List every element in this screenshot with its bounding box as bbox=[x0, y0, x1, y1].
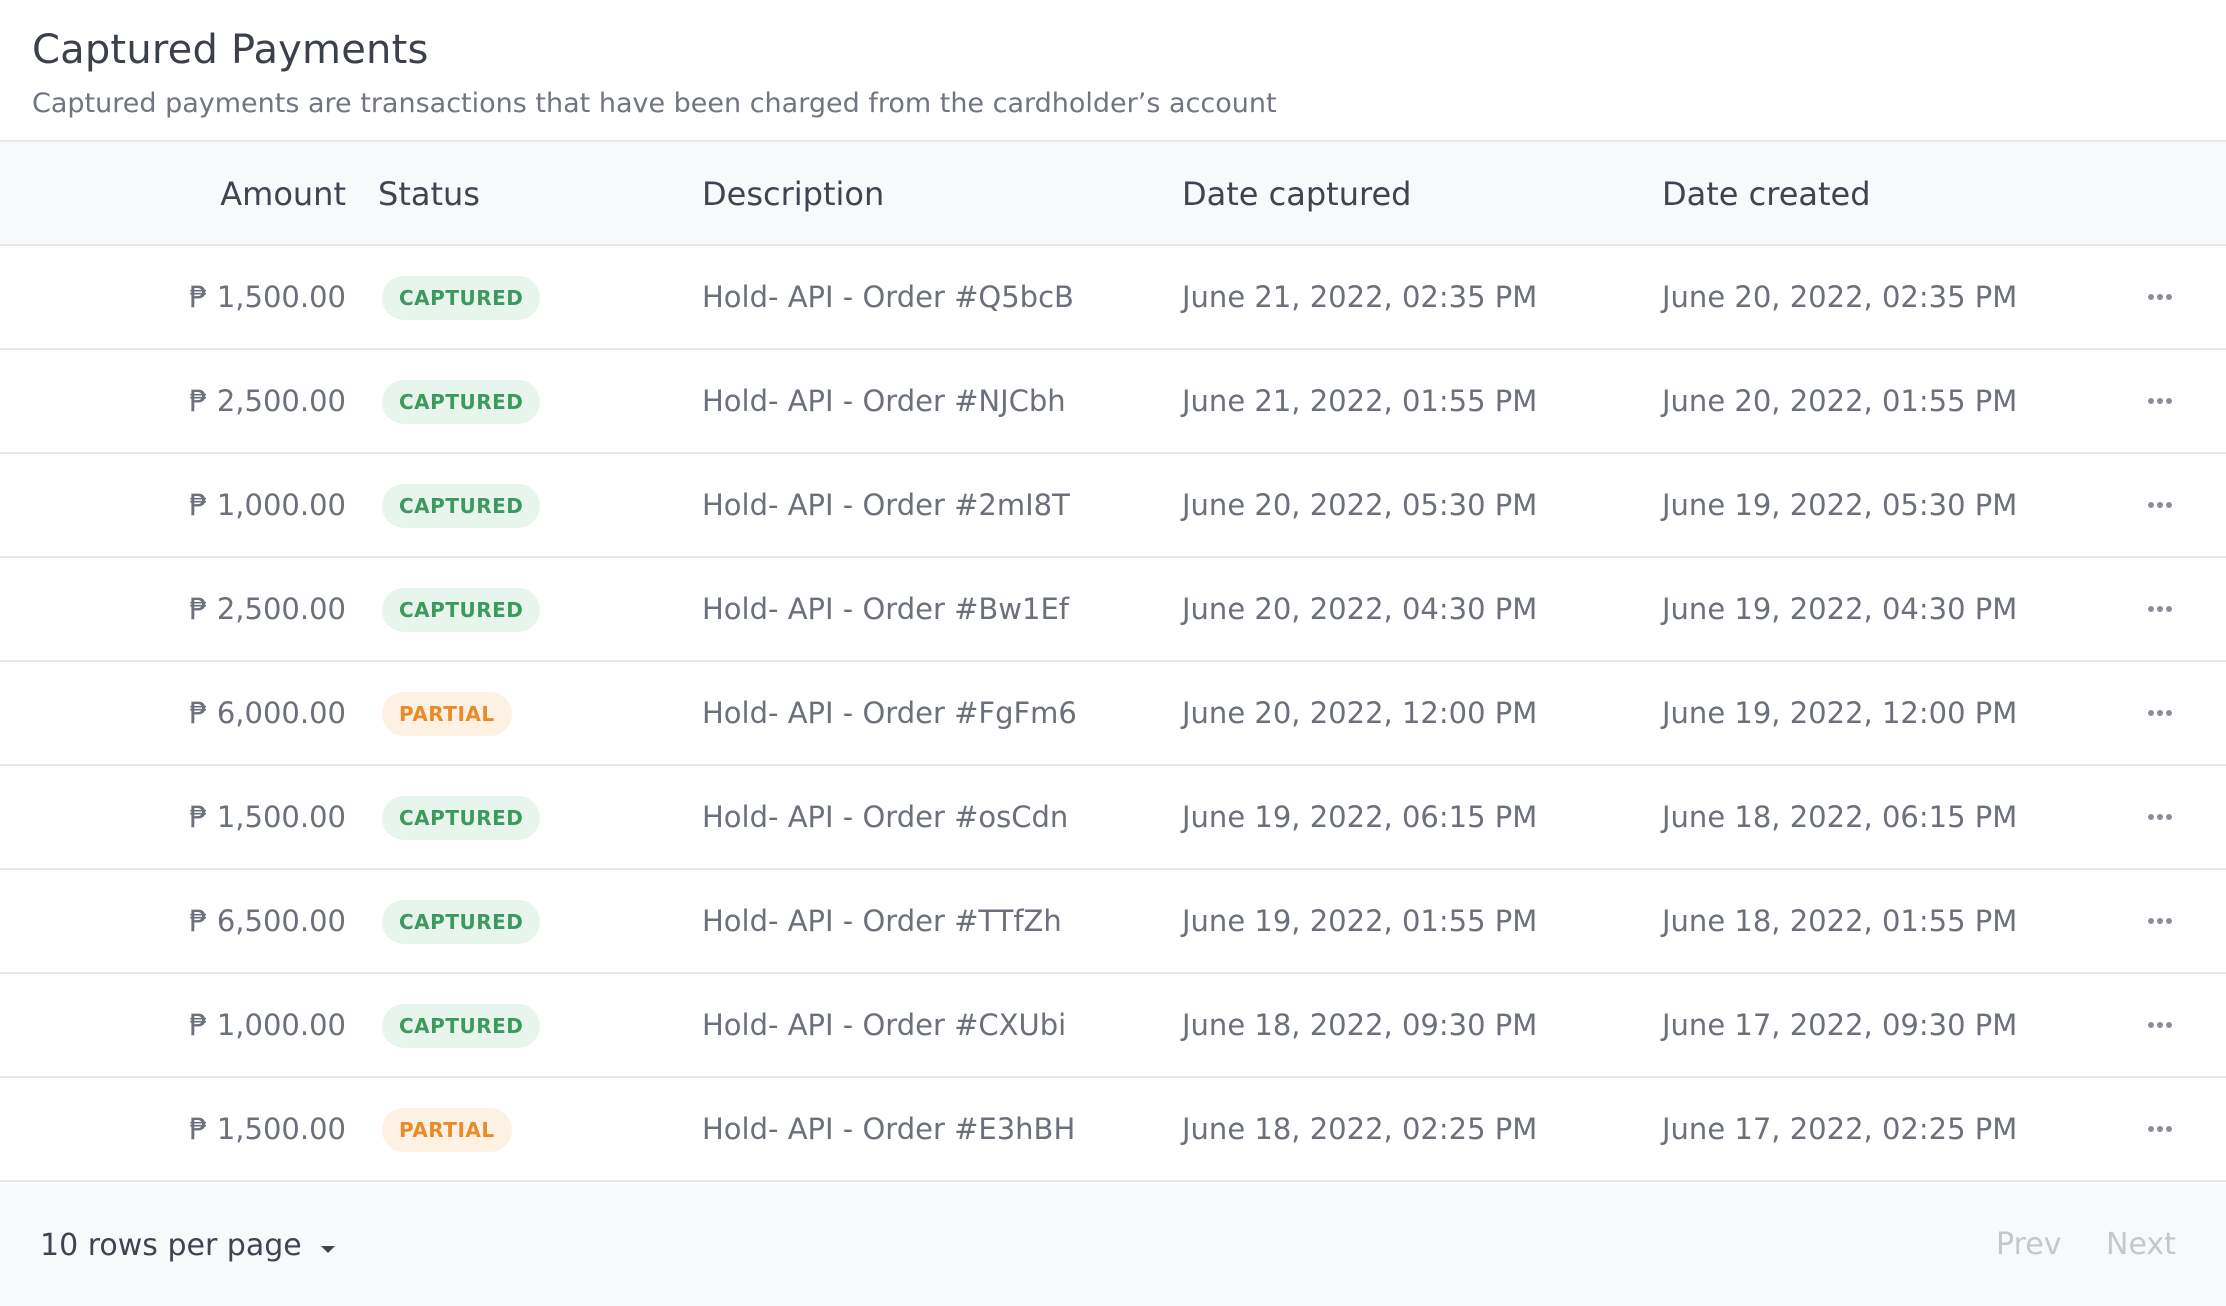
table-row[interactable]: ₱ 6,000.00 PARTIAL Hold- API - Order #FgFm… bbox=[0, 662, 2226, 766]
status-badge: CAPTURED bbox=[382, 588, 541, 632]
table-row[interactable]: ₱ 1,000.00 CAPTURED Hold- API - Order #2mI… bbox=[0, 454, 2226, 558]
date-captured-cell: June 21, 2022, 01:55 PM bbox=[1182, 384, 1538, 418]
date-captured-cell: June 21, 2022, 02:35 PM bbox=[1182, 280, 1538, 314]
prev-page-button[interactable]: Prev bbox=[1996, 1184, 2061, 1306]
description-cell: Hold- API - Order #Q5bcB bbox=[702, 280, 1074, 314]
description-cell: Hold- API - Order #TTfZh bbox=[702, 904, 1062, 938]
amount-cell: ₱ 6,000.00 bbox=[189, 696, 346, 730]
date-created-cell: June 19, 2022, 04:30 PM bbox=[1662, 592, 2018, 626]
table-footer: 10 rows per page Prev Next bbox=[0, 1184, 2226, 1306]
page-header: Captured Payments Captured payments are … bbox=[0, 0, 2226, 140]
column-header-description[interactable]: Description bbox=[702, 142, 884, 246]
table-row[interactable]: ₱ 1,500.00 CAPTURED Hold- API - Order #osC… bbox=[0, 766, 2226, 870]
date-created-cell: June 19, 2022, 05:30 PM bbox=[1662, 488, 2018, 522]
rows-per-page-label: 10 rows per page bbox=[40, 1227, 302, 1263]
date-created-cell: June 20, 2022, 01:55 PM bbox=[1662, 384, 2018, 418]
date-created-cell: June 17, 2022, 09:30 PM bbox=[1662, 1008, 2018, 1042]
date-captured-cell: June 19, 2022, 06:15 PM bbox=[1182, 800, 1538, 834]
page-subtitle: Captured payments are transactions that … bbox=[32, 88, 1277, 119]
table-row[interactable]: ₱ 2,500.00 CAPTURED Hold- API - Order #NJC… bbox=[0, 350, 2226, 454]
column-header-amount[interactable]: Amount bbox=[0, 142, 346, 246]
amount-cell: ₱ 1,500.00 bbox=[189, 800, 346, 834]
status-badge: CAPTURED bbox=[382, 276, 541, 320]
description-cell: Hold- API - Order #Bw1Ef bbox=[702, 592, 1070, 626]
date-captured-cell: June 20, 2022, 04:30 PM bbox=[1182, 592, 1538, 626]
status-badge: CAPTURED bbox=[382, 1004, 541, 1048]
more-horizontal-icon[interactable] bbox=[2130, 558, 2190, 660]
date-captured-cell: June 19, 2022, 01:55 PM bbox=[1182, 904, 1538, 938]
date-captured-cell: June 20, 2022, 12:00 PM bbox=[1182, 696, 1538, 730]
column-header-date-captured[interactable]: Date captured bbox=[1182, 142, 1411, 246]
column-header-status[interactable]: Status bbox=[378, 142, 480, 246]
amount-cell: ₱ 1,500.00 bbox=[189, 280, 346, 314]
description-cell: Hold- API - Order #CXUbi bbox=[702, 1008, 1067, 1042]
more-horizontal-icon[interactable] bbox=[2130, 246, 2190, 348]
column-header-date-created[interactable]: Date created bbox=[1662, 142, 1871, 246]
date-captured-cell: June 18, 2022, 09:30 PM bbox=[1182, 1008, 1538, 1042]
amount-cell: ₱ 2,500.00 bbox=[189, 384, 346, 418]
description-cell: Hold- API - Order #osCdn bbox=[702, 800, 1069, 834]
amount-cell: ₱ 1,000.00 bbox=[189, 488, 346, 522]
status-badge: PARTIAL bbox=[382, 692, 512, 736]
rows-per-page-select[interactable]: 10 rows per page bbox=[40, 1184, 336, 1306]
table-header: Amount Status Description Date captured … bbox=[0, 140, 2226, 246]
table-row[interactable]: ₱ 6,500.00 CAPTURED Hold- API - Order #TTf… bbox=[0, 870, 2226, 974]
table-row[interactable]: ₱ 1,000.00 CAPTURED Hold- API - Order #CXU… bbox=[0, 974, 2226, 1078]
more-horizontal-icon[interactable] bbox=[2130, 870, 2190, 972]
status-badge: CAPTURED bbox=[382, 900, 541, 944]
date-created-cell: June 20, 2022, 02:35 PM bbox=[1662, 280, 2018, 314]
status-cell: CAPTURED bbox=[382, 484, 541, 528]
description-cell: Hold- API - Order #2mI8T bbox=[702, 488, 1070, 522]
status-badge: CAPTURED bbox=[382, 796, 541, 840]
status-badge: CAPTURED bbox=[382, 484, 541, 528]
amount-cell: ₱ 6,500.00 bbox=[189, 904, 346, 938]
description-cell: Hold- API - Order #FgFm6 bbox=[702, 696, 1077, 730]
table-row[interactable]: ₱ 2,500.00 CAPTURED Hold- API - Order #Bw1… bbox=[0, 558, 2226, 662]
more-horizontal-icon[interactable] bbox=[2130, 1078, 2190, 1180]
amount-cell: ₱ 1,000.00 bbox=[189, 1008, 346, 1042]
more-horizontal-icon[interactable] bbox=[2130, 350, 2190, 452]
status-cell: CAPTURED bbox=[382, 588, 541, 632]
table-row[interactable]: ₱ 1,500.00 PARTIAL Hold- API - Order #E3hB… bbox=[0, 1078, 2226, 1182]
status-cell: PARTIAL bbox=[382, 1108, 512, 1152]
table-row[interactable]: ₱ 1,500.00 CAPTURED Hold- API - Order #Q5b… bbox=[0, 246, 2226, 350]
status-cell: CAPTURED bbox=[382, 900, 541, 944]
status-badge: PARTIAL bbox=[382, 1108, 512, 1152]
caret-down-icon bbox=[320, 1228, 336, 1263]
date-created-cell: June 17, 2022, 02:25 PM bbox=[1662, 1112, 2018, 1146]
amount-cell: ₱ 1,500.00 bbox=[189, 1112, 346, 1146]
description-cell: Hold- API - Order #NJCbh bbox=[702, 384, 1066, 418]
status-cell: CAPTURED bbox=[382, 380, 541, 424]
payments-table: Amount Status Description Date captured … bbox=[0, 140, 2226, 1182]
more-horizontal-icon[interactable] bbox=[2130, 662, 2190, 764]
more-horizontal-icon[interactable] bbox=[2130, 974, 2190, 1076]
more-horizontal-icon[interactable] bbox=[2130, 454, 2190, 556]
page-title: Captured Payments bbox=[32, 27, 429, 73]
status-cell: CAPTURED bbox=[382, 276, 541, 320]
status-cell: CAPTURED bbox=[382, 796, 541, 840]
date-captured-cell: June 18, 2022, 02:25 PM bbox=[1182, 1112, 1538, 1146]
more-horizontal-icon[interactable] bbox=[2130, 766, 2190, 868]
date-created-cell: June 18, 2022, 06:15 PM bbox=[1662, 800, 2018, 834]
date-created-cell: June 19, 2022, 12:00 PM bbox=[1662, 696, 2018, 730]
date-created-cell: June 18, 2022, 01:55 PM bbox=[1662, 904, 2018, 938]
next-page-button[interactable]: Next bbox=[2106, 1184, 2176, 1306]
date-captured-cell: June 20, 2022, 05:30 PM bbox=[1182, 488, 1538, 522]
status-badge: CAPTURED bbox=[382, 380, 541, 424]
description-cell: Hold- API - Order #E3hBH bbox=[702, 1112, 1076, 1146]
status-cell: PARTIAL bbox=[382, 692, 512, 736]
status-cell: CAPTURED bbox=[382, 1004, 541, 1048]
table-body: ₱ 1,500.00 CAPTURED Hold- API - Order #Q5b… bbox=[0, 246, 2226, 1182]
amount-cell: ₱ 2,500.00 bbox=[189, 592, 346, 626]
